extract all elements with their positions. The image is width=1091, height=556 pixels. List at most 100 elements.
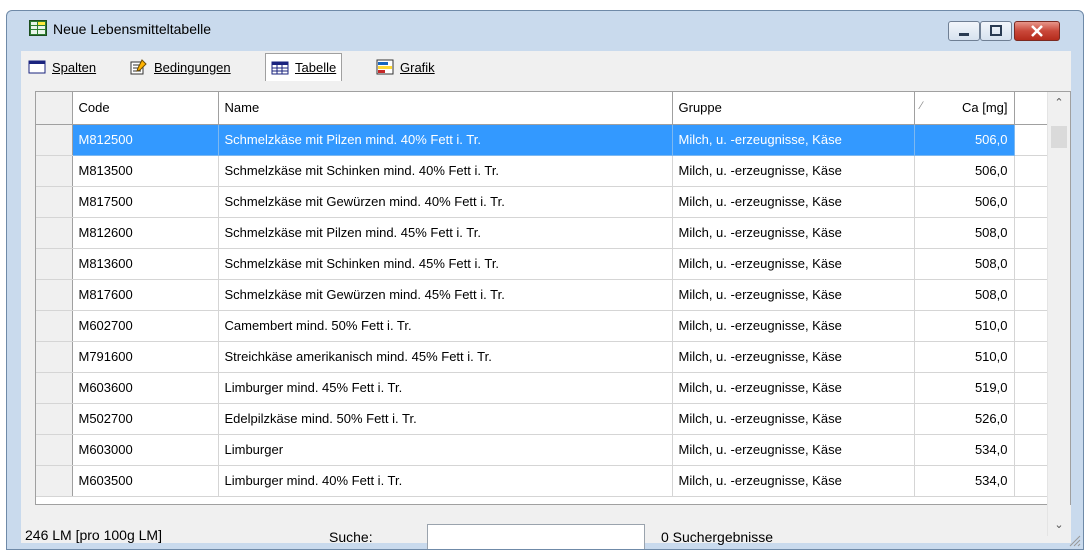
row-selector[interactable] (36, 465, 73, 497)
row-selector[interactable] (36, 341, 73, 373)
app-window: Neue Lebensmitteltabelle Spalten Bedingu… (6, 10, 1084, 550)
cell-gruppe[interactable]: Milch, u. -erzeugnisse, Käse (672, 403, 915, 435)
cell-ca[interactable]: 506,0 (914, 124, 1015, 156)
table-row[interactable]: M502700 Edelpilzkäse mind. 50% Fett i. Tr… (36, 403, 1048, 435)
cell-code[interactable]: M602700 (72, 310, 219, 342)
table-row[interactable]: M817500 Schmelzkäse mit Gewürzen mind. 40… (36, 186, 1048, 218)
row-selector[interactable] (36, 155, 73, 187)
title-bar[interactable]: Neue Lebensmitteltabelle (7, 11, 1083, 41)
cell-code[interactable]: M812600 (72, 217, 219, 249)
cell-name[interactable]: Edelpilzkäse mind. 50% Fett i. Tr. (218, 403, 673, 435)
row-selector[interactable] (36, 248, 73, 280)
cell-ca[interactable]: 508,0 (914, 217, 1015, 249)
cell-ca[interactable]: 506,0 (914, 155, 1015, 187)
tab-grafik[interactable]: Grafik (371, 55, 440, 79)
row-selector[interactable] (36, 310, 73, 342)
row-selector-header[interactable] (36, 92, 73, 125)
column-header-code[interactable]: Code (72, 92, 219, 125)
row-selector[interactable] (36, 372, 73, 404)
cell-code[interactable]: M817600 (72, 279, 219, 311)
data-grid[interactable]: Code Name Gruppe ∕ Ca [mg] M812500 Schmel… (35, 91, 1071, 536)
cell-ca[interactable]: 519,0 (914, 372, 1015, 404)
cell-gruppe[interactable]: Milch, u. -erzeugnisse, Käse (672, 310, 915, 342)
table-row[interactable]: M603600 Limburger mind. 45% Fett i. Tr. Mi… (36, 372, 1048, 404)
cell-name[interactable]: Schmelzkäse mit Gewürzen mind. 40% Fett … (218, 186, 673, 218)
food-table: Code Name Gruppe ∕ Ca [mg] M812500 Schmel… (36, 92, 1048, 497)
cell-ca[interactable]: 510,0 (914, 310, 1015, 342)
cell-gruppe[interactable]: Milch, u. -erzeugnisse, Käse (672, 248, 915, 280)
tab-strip: Spalten Bedingungen Tabelle Grafik (21, 51, 1071, 81)
tab-tabelle[interactable]: Tabelle (265, 53, 343, 81)
cell-name[interactable]: Camembert mind. 50% Fett i. Tr. (218, 310, 673, 342)
cell-gruppe[interactable]: Milch, u. -erzeugnisse, Käse (672, 279, 915, 311)
cell-name[interactable]: Schmelzkäse mit Schinken mind. 45% Fett … (218, 248, 673, 280)
row-selector[interactable] (36, 217, 73, 249)
table-row[interactable]: M603000 Limburger Milch, u. -erzeugnisse, … (36, 434, 1048, 466)
cell-ca[interactable]: 534,0 (914, 465, 1015, 497)
cell-name[interactable]: Limburger mind. 40% Fett i. Tr. (218, 465, 673, 497)
cell-name[interactable]: Streichkäse amerikanisch mind. 45% Fett … (218, 341, 673, 373)
search-input[interactable] (427, 524, 645, 549)
cell-gruppe[interactable]: Milch, u. -erzeugnisse, Käse (672, 124, 915, 156)
cell-gruppe[interactable]: Milch, u. -erzeugnisse, Käse (672, 155, 915, 187)
cell-name[interactable]: Schmelzkäse mit Pilzen mind. 40% Fett i.… (218, 124, 673, 156)
cell-gruppe[interactable]: Milch, u. -erzeugnisse, Käse (672, 434, 915, 466)
cell-ca[interactable]: 534,0 (914, 434, 1015, 466)
table-row[interactable]: M812600 Schmelzkäse mit Pilzen mind. 45% … (36, 217, 1048, 249)
column-header-name[interactable]: Name (218, 92, 673, 125)
cell-name[interactable]: Schmelzkäse mit Gewürzen mind. 45% Fett … (218, 279, 673, 311)
row-filler (1014, 372, 1048, 404)
scroll-thumb[interactable] (1051, 126, 1067, 148)
cell-ca[interactable]: 508,0 (914, 248, 1015, 280)
cell-code[interactable]: M813500 (72, 155, 219, 187)
cell-gruppe[interactable]: Milch, u. -erzeugnisse, Käse (672, 372, 915, 404)
cell-code[interactable]: M603500 (72, 465, 219, 497)
cell-name[interactable]: Limburger mind. 45% Fett i. Tr. (218, 372, 673, 404)
table-row[interactable]: M812500 Schmelzkäse mit Pilzen mind. 40% … (36, 124, 1048, 156)
row-selector[interactable] (36, 403, 73, 435)
column-header-gruppe[interactable]: Gruppe (672, 92, 915, 125)
cell-code[interactable]: M603600 (72, 372, 219, 404)
cell-ca[interactable]: 510,0 (914, 341, 1015, 373)
cell-gruppe[interactable]: Milch, u. -erzeugnisse, Käse (672, 465, 915, 497)
tab-spalten[interactable]: Spalten (23, 55, 101, 79)
resize-grip-icon[interactable] (1067, 533, 1081, 547)
table-row[interactable]: M602700 Camembert mind. 50% Fett i. Tr. Mi… (36, 310, 1048, 342)
table-row[interactable]: M791600 Streichkäse amerikanisch mind. 45… (36, 341, 1048, 373)
window-icon (28, 60, 46, 74)
row-selector[interactable] (36, 124, 73, 156)
tab-bedingungen[interactable]: Bedingungen (125, 55, 236, 79)
cell-name[interactable]: Limburger (218, 434, 673, 466)
cell-code[interactable]: M502700 (72, 403, 219, 435)
row-selector[interactable] (36, 434, 73, 466)
row-selector[interactable] (36, 279, 73, 311)
column-header-ca-label: Ca [mg] (961, 100, 1008, 116)
column-header-ca[interactable]: ∕ Ca [mg] (914, 92, 1015, 125)
table-row[interactable]: M813600 Schmelzkäse mit Schinken mind. 45… (36, 248, 1048, 280)
cell-ca[interactable]: 508,0 (914, 279, 1015, 311)
cell-ca[interactable]: 526,0 (914, 403, 1015, 435)
cell-code[interactable]: M813600 (72, 248, 219, 280)
cell-name[interactable]: Schmelzkäse mit Schinken mind. 40% Fett … (218, 155, 673, 187)
row-selector[interactable] (36, 186, 73, 218)
scroll-up-icon[interactable]: ⌃ (1048, 92, 1070, 114)
table-row[interactable]: M813500 Schmelzkäse mit Schinken mind. 40… (36, 155, 1048, 187)
cell-code[interactable]: M817500 (72, 186, 219, 218)
row-filler (1014, 155, 1048, 187)
minimize-button[interactable] (948, 21, 980, 41)
table-row[interactable]: M603500 Limburger mind. 40% Fett i. Tr. Mi… (36, 465, 1048, 497)
cell-code[interactable]: M603000 (72, 434, 219, 466)
cell-gruppe[interactable]: Milch, u. -erzeugnisse, Käse (672, 341, 915, 373)
cell-ca[interactable]: 506,0 (914, 186, 1015, 218)
row-filler (1014, 341, 1048, 373)
table-row[interactable]: M817600 Schmelzkäse mit Gewürzen mind. 45… (36, 279, 1048, 311)
cell-gruppe[interactable]: Milch, u. -erzeugnisse, Käse (672, 217, 915, 249)
vertical-scrollbar[interactable]: ⌃ ⌄ (1047, 92, 1070, 536)
cell-code[interactable]: M791600 (72, 341, 219, 373)
cell-code[interactable]: M812500 (72, 124, 219, 156)
cell-gruppe[interactable]: Milch, u. -erzeugnisse, Käse (672, 186, 915, 218)
close-button[interactable] (1014, 21, 1060, 41)
row-filler (1014, 465, 1048, 497)
cell-name[interactable]: Schmelzkäse mit Pilzen mind. 45% Fett i.… (218, 217, 673, 249)
maximize-button[interactable] (980, 21, 1012, 41)
